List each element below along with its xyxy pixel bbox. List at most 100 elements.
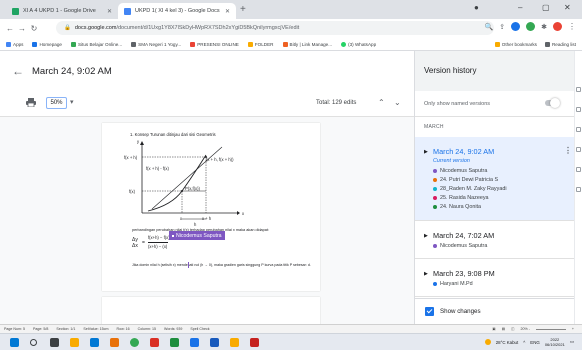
bookmark-situs[interactable]: Situs Belajar Online...	[70, 41, 122, 47]
expand-triangle-icon[interactable]: ▶	[424, 271, 428, 277]
notification-icon[interactable]: ▭	[570, 339, 574, 345]
url-path: /document/d/1Uxg1Y8X7lSkDyHWpRX7SDh2xYgi…	[116, 25, 300, 31]
browser-tab-strip: XI A 4 UKPD 1 - Google Drive ✕ UKPD 1( X…	[0, 0, 582, 19]
view-icon[interactable]: ◫	[511, 327, 514, 331]
graph-label-fxh: f(x + h)	[124, 155, 138, 160]
back-arrow-icon[interactable]: ←	[12, 64, 24, 78]
more-options-icon[interactable]: ⋮	[564, 146, 572, 155]
task-view-icon[interactable]	[50, 338, 59, 347]
editor-name: 28_Raden M. Zaky Rayyadi	[440, 186, 507, 192]
language-indicator[interactable]: ENG	[530, 340, 540, 345]
taskbar-app-icon[interactable]	[90, 338, 99, 347]
zoom-slider[interactable]	[535, 328, 566, 330]
cursor-marker	[172, 234, 174, 237]
profile-avatar[interactable]	[553, 22, 562, 31]
version-entry-selected[interactable]: ▶ March 24, 9:02 AM ⋮ Current version Ni…	[415, 137, 575, 221]
version-editor: 25. Rasida Nazeeya	[433, 195, 489, 201]
zoom-select[interactable]: 50%	[46, 97, 67, 109]
extension-icon[interactable]	[511, 22, 521, 31]
graph-label-xh: x + h	[202, 216, 212, 221]
next-edit-icon[interactable]: ⌄	[394, 98, 401, 107]
graph-label-y: y	[137, 139, 140, 144]
bookmark-apps[interactable]: Apps	[6, 41, 24, 47]
tasks-icon[interactable]	[576, 127, 581, 132]
version-history-title: Version history	[424, 66, 477, 75]
status-row: Row: 16	[116, 327, 130, 331]
bookmark-label: Bitly | Link Manage...	[289, 41, 333, 47]
status-section: Section: 1/1	[56, 327, 76, 331]
taskbar-app-icon[interactable]	[170, 338, 179, 347]
tab-google-docs[interactable]: UKPD 1( XI 4 kel 3) - Google Docs ✕	[118, 3, 236, 19]
bookmark-homepage[interactable]: Homepage	[32, 41, 62, 47]
contacts-icon[interactable]	[576, 147, 581, 152]
print-icon[interactable]	[26, 98, 36, 107]
share-icon[interactable]: ⇪	[499, 23, 505, 31]
keep-icon[interactable]	[576, 107, 581, 112]
bookmarks-bar: Apps Homepage Situs Belajar Online... SM…	[0, 38, 582, 51]
clock[interactable]: 2022 06/10/2021	[545, 337, 565, 347]
named-versions-label: Only show named versions	[424, 101, 491, 107]
expand-triangle-icon[interactable]: ▶	[424, 149, 428, 155]
profile-icon[interactable]: ●	[474, 3, 479, 12]
close-tab-icon[interactable]: ✕	[107, 8, 112, 15]
extension-icon[interactable]	[526, 22, 536, 31]
show-changes-checkbox[interactable]	[425, 307, 434, 316]
taskbar-app-icon[interactable]	[110, 338, 119, 347]
editor-name: Haryani M.Pd	[440, 281, 473, 287]
addon-icon[interactable]	[576, 187, 581, 192]
maximize-button[interactable]: ▢	[542, 3, 550, 12]
expand-triangle-icon[interactable]: ▶	[424, 233, 428, 239]
menu-icon[interactable]: ⋮	[568, 22, 576, 31]
maps-icon[interactable]	[576, 167, 581, 172]
close-tab-icon[interactable]: ✕	[225, 8, 230, 15]
bookmark-whatsapp[interactable]: (3) WhatsApp	[341, 41, 376, 47]
previous-edit-icon[interactable]: ⌃	[378, 98, 385, 107]
current-version-label: Current version	[433, 158, 470, 164]
file-explorer-icon[interactable]	[70, 338, 79, 347]
editor-color-dot	[433, 282, 437, 286]
puzzle-icon[interactable]: ✱	[541, 23, 547, 31]
status-zoom: 20% -	[520, 327, 530, 331]
other-bookmarks[interactable]: Other bookmarks	[494, 42, 537, 47]
bookmark-presensi[interactable]: PRESENSI ONLINE	[190, 41, 239, 47]
reading-list-icon	[544, 42, 550, 47]
new-tab-button[interactable]: +	[240, 4, 246, 15]
view-icon[interactable]: ▤	[502, 327, 505, 331]
tab-label: XI A 4 UKPD 1 - Google Drive	[23, 8, 96, 14]
tray-chevron-icon[interactable]: ^	[523, 340, 525, 345]
chevron-down-icon[interactable]: ▾	[70, 98, 74, 106]
search-icon[interactable]	[30, 339, 37, 346]
reload-icon[interactable]: ↻	[28, 24, 40, 33]
browser-toolbar: ← → ↻ 🔒 docs.google.com /document/d/1Uxg…	[0, 19, 582, 38]
close-window-button[interactable]: ✕	[564, 3, 571, 12]
editor-color-dot	[433, 205, 437, 209]
bookmark-label: Apps	[13, 41, 24, 47]
version-entry[interactable]: ▶ March 23, 9:08 PM Haryani M.Pd	[415, 259, 575, 297]
chrome-icon[interactable]	[130, 338, 139, 347]
reading-list[interactable]: Reading list	[544, 42, 576, 47]
bookmark-bitly[interactable]: Bitly | Link Manage...	[282, 41, 333, 47]
weather-text[interactable]: 28°C Kabut	[496, 340, 519, 345]
formula-equals: =	[142, 240, 145, 246]
address-bar[interactable]: 🔒 docs.google.com /document/d/1Uxg1Y8X7l…	[56, 21, 494, 35]
taskbar-app-icon[interactable]	[190, 338, 199, 347]
forward-arrow-icon[interactable]: →	[16, 24, 28, 33]
graph-label-axis-x: x	[242, 211, 245, 216]
bookmark-folder[interactable]: FOLDER	[247, 41, 274, 47]
taskbar-app-icon[interactable]	[210, 338, 219, 347]
tab-google-drive[interactable]: XI A 4 UKPD 1 - Google Drive ✕	[6, 3, 118, 19]
taskbar-app-icon[interactable]	[250, 338, 259, 347]
status-spellcheck[interactable]: Spell Check	[190, 327, 209, 331]
taskbar-app-icon[interactable]	[150, 338, 159, 347]
back-arrow-icon[interactable]: ←	[4, 24, 16, 33]
zoom-in-icon[interactable]: +	[572, 327, 574, 331]
named-versions-toggle[interactable]	[545, 98, 560, 108]
view-icon[interactable]: ▣	[492, 327, 495, 331]
zoom-icon[interactable]: 🔍	[485, 23, 494, 31]
calendar-icon[interactable]	[576, 87, 581, 92]
windows-start-icon[interactable]	[10, 338, 19, 347]
bookmark-sma[interactable]: SMA Negeri 1 Yogy...	[131, 41, 181, 47]
minimize-button[interactable]: –	[518, 3, 522, 12]
version-entry[interactable]: ▶ March 24, 7:02 AM Nicodemus Saputra	[415, 221, 575, 259]
taskbar-app-icon[interactable]	[230, 338, 239, 347]
